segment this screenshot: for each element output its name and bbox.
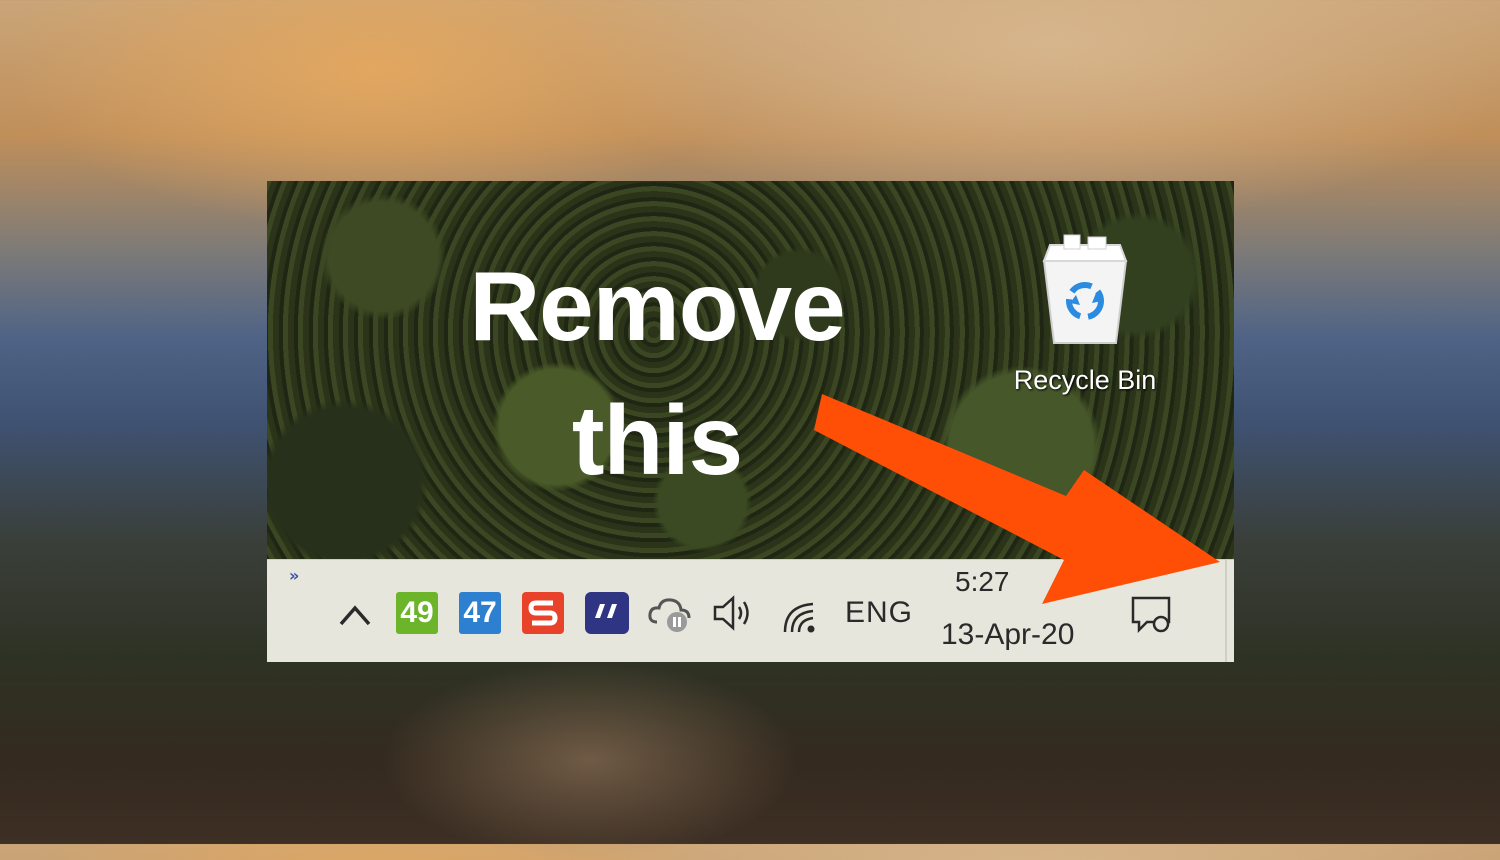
wifi-icon[interactable]	[781, 592, 819, 634]
recycle-bin-shortcut[interactable]: Recycle Bin	[995, 231, 1175, 396]
quote-icon	[595, 604, 617, 618]
speaker-icon[interactable]	[711, 592, 757, 634]
tray-badge-green[interactable]: 49	[396, 592, 438, 634]
annotation-headline: Remove this	[417, 239, 897, 507]
taskbar-overflow-chevrons[interactable]: »	[289, 566, 299, 585]
clock-date[interactable]: 13-Apr-20	[941, 618, 1074, 652]
clock-time[interactable]: 5:27	[955, 566, 1010, 598]
tray-badge-blue[interactable]: 47	[459, 592, 501, 634]
language-indicator[interactable]: ENG	[845, 596, 913, 630]
taskbar: » 49 47 ENG 5:27 13-Apr-20	[267, 559, 1234, 662]
windows-desktop-screenshot: Remove this Recycle Bin » 49 47 ENG 5:27…	[267, 181, 1234, 662]
background-glow	[380, 660, 800, 860]
headline-line-1: Remove	[469, 251, 845, 361]
notification-center-icon[interactable]	[1129, 590, 1175, 636]
desktop-wallpaper: Remove this Recycle Bin	[267, 181, 1234, 559]
chevron-up-icon[interactable]	[337, 600, 373, 630]
recycle-bin-icon	[1042, 234, 1128, 344]
recycle-bin-label: Recycle Bin	[1013, 365, 1157, 395]
cloud-paused-icon[interactable]	[647, 592, 693, 634]
headline-line-2: this	[571, 385, 743, 495]
tray-app-quote-icon[interactable]	[585, 592, 629, 634]
show-desktop-divider[interactable]	[1225, 560, 1227, 662]
s-letter-icon	[528, 600, 558, 626]
tray-app-s-icon[interactable]	[522, 592, 564, 634]
